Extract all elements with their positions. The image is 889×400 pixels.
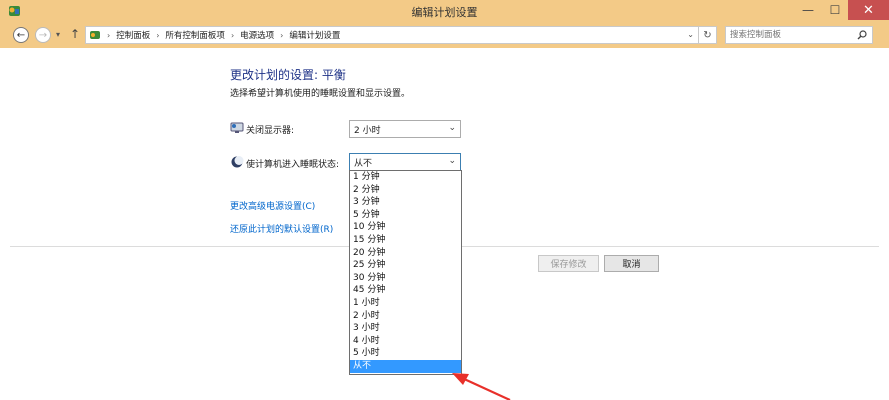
sleep-option[interactable]: 5 分钟 [350, 209, 461, 222]
sleep-option[interactable]: 20 分钟 [350, 247, 461, 260]
breadcrumb-separator: › [107, 30, 111, 40]
up-button[interactable]: ↑ [70, 27, 80, 41]
breadcrumb-separator[interactable]: › [231, 31, 234, 40]
restore-defaults-link[interactable]: 还原此计划的默认设置(R) [230, 222, 333, 235]
page-title: 更改计划的设置: 平衡 [230, 68, 346, 82]
close-button[interactable]: ✕ [848, 0, 889, 20]
page-subtitle: 选择希望计算机使用的睡眠设置和显示设置。 [230, 89, 411, 99]
breadcrumb-all-items[interactable]: 所有控制面板项 [165, 29, 225, 41]
search-input[interactable] [730, 28, 848, 42]
sleep-option[interactable]: 25 分钟 [350, 259, 461, 272]
chevron-down-icon: ⌄ [448, 123, 456, 133]
monitor-icon [230, 122, 244, 133]
display-off-value: 2 小时 [354, 125, 381, 136]
sleep-select[interactable]: 从不 ⌄ [349, 153, 461, 171]
sleep-option[interactable]: 5 小时 [350, 347, 461, 360]
arrow-up-icon: ↑ [70, 27, 81, 41]
close-icon: ✕ [863, 2, 874, 18]
search-icon[interactable] [857, 30, 867, 40]
control-panel-icon [90, 31, 100, 39]
sleep-option[interactable]: 3 分钟 [350, 196, 461, 209]
forward-button[interactable]: → [35, 27, 51, 43]
sleep-option[interactable]: 1 分钟 [350, 171, 461, 184]
window-title: 编辑计划设置 [411, 6, 478, 19]
sleep-option[interactable]: 2 小时 [350, 310, 461, 323]
back-button[interactable]: ← [13, 27, 29, 43]
sleep-option[interactable]: 4 小时 [350, 335, 461, 348]
sleep-options-list: 1 分钟 2 分钟 3 分钟 5 分钟 10 分钟 15 分钟 20 分钟 25 分钟 30 分… [349, 170, 462, 375]
refresh-button[interactable]: ↻ [699, 26, 717, 44]
display-off-label: 关闭显示器: [246, 126, 295, 136]
address-field[interactable]: › 控制面板 › 所有控制面板项 › 电源选项 › 编辑计划设置 ⌄ [85, 26, 699, 44]
save-button[interactable]: 保存修改 [538, 255, 599, 272]
recent-locations-button[interactable]: ▾ [56, 30, 60, 39]
breadcrumb-separator[interactable]: › [156, 31, 159, 40]
chevron-down-icon: ▾ [56, 30, 61, 39]
sleep-option[interactable]: 3 小时 [350, 322, 461, 335]
search-box[interactable] [725, 26, 873, 44]
cancel-button[interactable]: 取消 [604, 255, 659, 272]
sleep-option[interactable]: 10 分钟 [350, 221, 461, 234]
breadcrumb-control-panel[interactable]: 控制面板 [116, 29, 150, 41]
refresh-icon: ↻ [703, 29, 712, 41]
arrow-right-icon: → [38, 29, 48, 41]
chevron-down-icon: ⌄ [448, 156, 456, 166]
breadcrumb-power-options[interactable]: 电源选项 [240, 29, 274, 41]
minimize-icon: — [802, 3, 814, 17]
chevron-down-icon[interactable]: ⌄ [687, 30, 694, 39]
sleep-label: 使计算机进入睡眠状态: [246, 160, 340, 170]
sleep-option[interactable]: 45 分钟 [350, 284, 461, 297]
maximize-button[interactable]: ☐ [822, 0, 848, 20]
breadcrumb-edit-plan[interactable]: 编辑计划设置 [289, 29, 340, 41]
maximize-icon: ☐ [829, 3, 841, 17]
advanced-settings-link[interactable]: 更改高级电源设置(C) [230, 199, 315, 212]
arrow-left-icon: ← [16, 29, 26, 41]
sleep-option[interactable]: 30 分钟 [350, 272, 461, 285]
sleep-option[interactable]: 从不 [350, 359, 461, 373]
minimize-button[interactable]: — [794, 0, 822, 20]
moon-icon [231, 156, 244, 168]
breadcrumb-separator[interactable]: › [280, 31, 283, 40]
sleep-option[interactable]: 15 分钟 [350, 234, 461, 247]
sleep-value: 从不 [354, 158, 373, 169]
sleep-option[interactable]: 2 分钟 [350, 184, 461, 197]
display-off-select[interactable]: 2 小时 ⌄ [349, 120, 461, 138]
sleep-option[interactable]: 1 小时 [350, 297, 461, 310]
